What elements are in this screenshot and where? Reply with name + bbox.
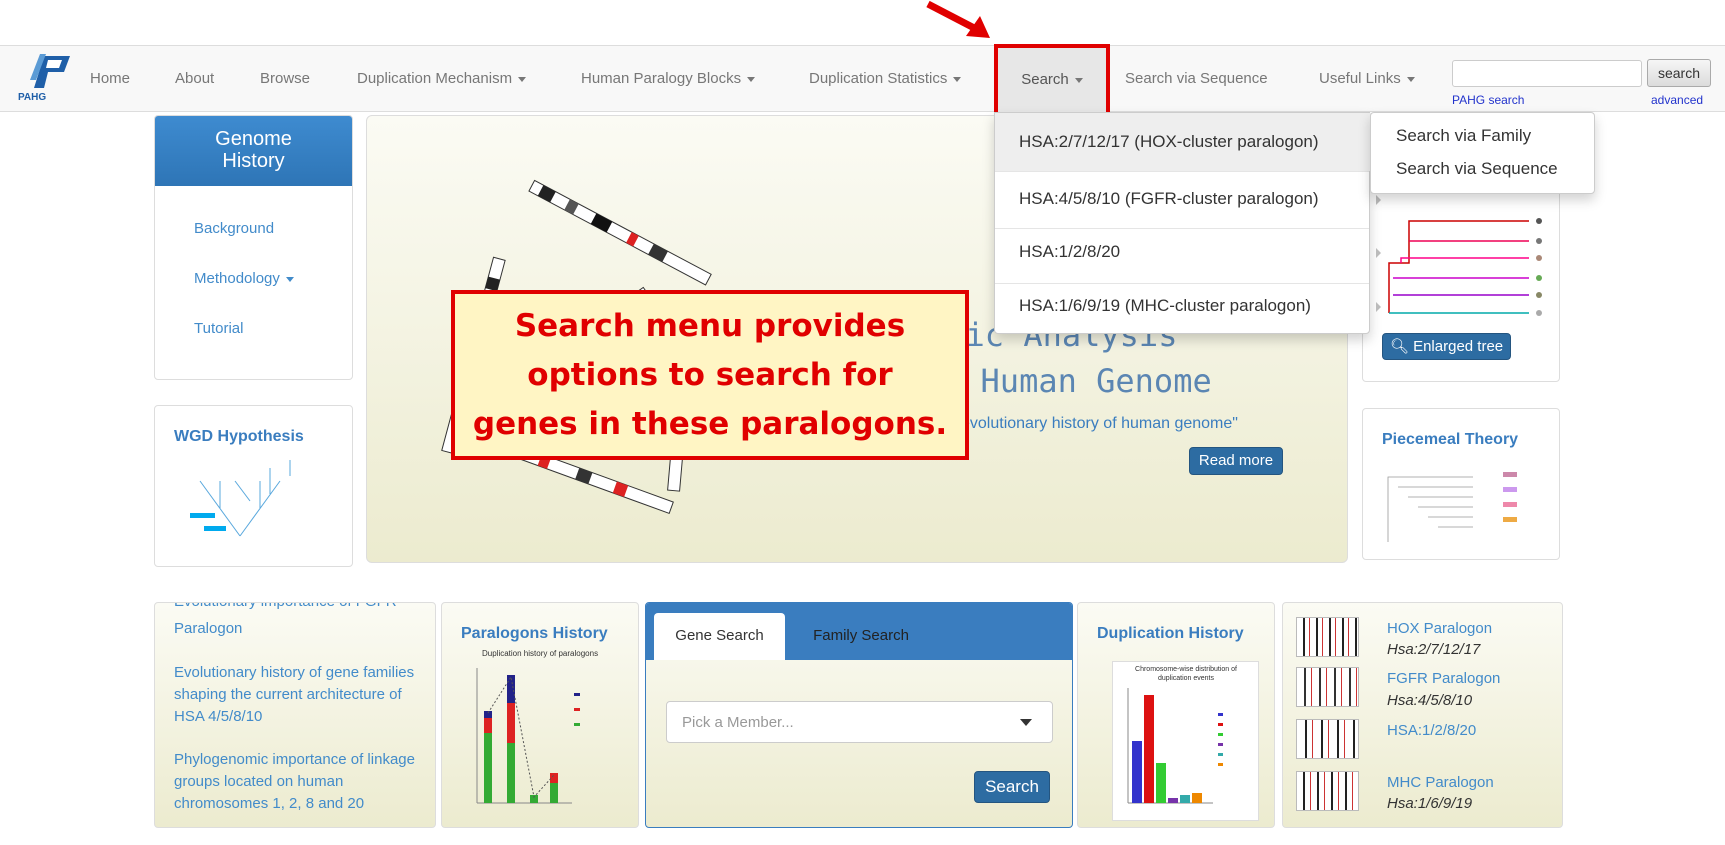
paralogons-list-panel: HOX Paralogon Hsa:2/7/12/17 FGFR Paralog… xyxy=(1282,602,1563,828)
submenu-item-search-via-sequence[interactable]: Search via Sequence xyxy=(1396,159,1558,179)
genome-history-title: Genome History xyxy=(215,128,292,172)
zoom-in-icon: 🔍︎ xyxy=(1389,338,1409,355)
paralogon-name-mhc[interactable]: MHC Paralogon xyxy=(1387,774,1494,791)
enlarged-tree-label: Enlarged tree xyxy=(1413,338,1504,355)
news-cut-line[interactable]: Evolutionary importance of FGFR xyxy=(174,603,397,610)
nav-about[interactable]: About xyxy=(175,46,214,113)
hero-title-line2: f Human Genome xyxy=(942,362,1212,400)
tab-gene-search[interactable]: Gene Search xyxy=(654,613,785,660)
member-select[interactable]: Pick a Member... xyxy=(666,701,1053,743)
nav-useful-links[interactable]: Useful Links xyxy=(1319,46,1415,113)
menu-item-hox-label: HSA:2/7/12/17 (HOX-cluster paralogon) xyxy=(1019,132,1319,151)
paralogon-name-hox[interactable]: HOX Paralogon xyxy=(1387,620,1492,637)
piecemeal-theory-panel[interactable]: Piecemeal Theory xyxy=(1362,408,1560,560)
paralogons-history-chart xyxy=(476,668,580,804)
gene-search-button[interactable]: Search xyxy=(974,771,1050,803)
nav-duplication-mechanism[interactable]: Duplication Mechanism xyxy=(357,46,527,113)
site-search-input[interactable] xyxy=(1452,60,1642,87)
annotation-callout-text: Search menu provides options to search f… xyxy=(472,307,948,442)
caret-down-icon xyxy=(1406,76,1415,82)
advanced-link[interactable]: advanced xyxy=(1651,93,1703,107)
nav-home[interactable]: Home xyxy=(90,46,130,113)
caret-down-icon xyxy=(518,76,527,82)
annotation-callout: Search menu provides options to search f… xyxy=(451,290,969,460)
red-arrow-annotation xyxy=(926,0,990,38)
duplication-history-panel[interactable]: Duplication History Chromosome-wise dist… xyxy=(1077,602,1275,828)
news-item-fgfr-history[interactable]: Evolutionary history of gene families sh… xyxy=(174,662,429,728)
nav-search-via-sequence[interactable]: Search via Sequence xyxy=(1125,46,1268,113)
menu-item-hox-paralogon[interactable]: HSA:2/7/12/17 (HOX-cluster paralogon) xyxy=(995,113,1393,171)
caret-down-icon xyxy=(1074,77,1083,83)
sidebar-link-methodology-label: Methodology xyxy=(194,270,280,287)
news-panel: Evolutionary importance of FGFR Paralogo… xyxy=(154,602,436,828)
chevron-right-icon xyxy=(1376,302,1381,312)
menu-item-mhc-label: HSA:1/6/9/19 (MHC-cluster paralogon) xyxy=(1019,296,1311,315)
submenu-item-search-via-family[interactable]: Search via Family xyxy=(1396,126,1531,146)
genome-history-header: Genome History xyxy=(155,116,352,186)
tab-family-search[interactable]: Family Search xyxy=(801,613,921,660)
nav-duplication-statistics[interactable]: Duplication Statistics xyxy=(809,46,962,113)
nav-human-paralogy-blocks-label: Human Paralogy Blocks xyxy=(581,70,742,87)
paralogon-name-hsa1[interactable]: HSA:1/2/8/20 xyxy=(1387,722,1476,739)
pahg-logo[interactable]: PAHG xyxy=(18,52,74,108)
duplication-history-chart-caption: Chromosome-wise distribution of duplicat… xyxy=(1135,666,1237,682)
paralogon-hsa-hox: Hsa:2/7/12/17 xyxy=(1387,641,1481,658)
paralogons-history-panel[interactable]: Paralogons History Duplication history o… xyxy=(441,602,639,828)
logo-text: PAHG xyxy=(18,92,47,103)
paralogon-hsa-fgfr: Hsa:4/5/8/10 xyxy=(1387,692,1473,709)
piecemeal-theory-title: Piecemeal Theory xyxy=(1382,431,1519,448)
paralogon-thumb-fgfr[interactable] xyxy=(1296,667,1359,707)
paralogon-name-fgfr[interactable]: FGFR Paralogon xyxy=(1387,670,1500,687)
paralogons-history-title: Paralogons History xyxy=(461,625,608,642)
menu-item-hsa1-label: HSA:1/2/8/20 xyxy=(1019,242,1121,261)
phylogenetic-tree-thumbnail xyxy=(1388,218,1542,316)
paralogon-hsa-mhc: Hsa:1/6/9/19 xyxy=(1387,795,1473,812)
menu-item-hsa-1-2-8-20[interactable]: HSA:1/2/8/20 xyxy=(995,223,1393,281)
news-item-paralogon[interactable]: Paralogon xyxy=(174,620,242,637)
sidebar-link-background[interactable]: Background xyxy=(194,220,274,237)
piecemeal-tree-thumbnail xyxy=(1387,472,1517,542)
pahg-search-link[interactable]: PAHG search xyxy=(1452,93,1524,107)
hero-quote: evolutionary history of human genome" xyxy=(961,415,1238,432)
search-dropdown-menu: HSA:2/7/12/17 (HOX-cluster paralogon) HS… xyxy=(994,112,1393,334)
menu-item-fgfr-paralogon[interactable]: HSA:4/5/8/10 (FGFR-cluster paralogon) xyxy=(995,170,1393,228)
news-item-linkage-groups[interactable]: Phylogenomic importance of linkage group… xyxy=(174,749,429,815)
caret-down-icon xyxy=(747,76,756,82)
sidebar-link-methodology[interactable]: Methodology xyxy=(194,270,294,287)
enlarged-tree-button[interactable]: 🔍︎ Enlarged tree xyxy=(1382,333,1511,360)
paralogon-thumb-hox[interactable] xyxy=(1296,617,1359,657)
duplication-history-chart xyxy=(1127,688,1223,804)
read-more-button[interactable]: Read more xyxy=(1189,447,1283,475)
search-submenu: Search via Family Search via Sequence xyxy=(1370,112,1595,194)
nav-useful-links-label: Useful Links xyxy=(1319,70,1401,87)
duplication-history-title: Duplication History xyxy=(1097,625,1244,642)
wgd-tree-thumbnail xyxy=(190,460,291,537)
caret-down-icon xyxy=(1020,719,1032,726)
paralogon-thumb-mhc[interactable] xyxy=(1296,771,1359,811)
menu-item-fgfr-label: HSA:4/5/8/10 (FGFR-cluster paralogon) xyxy=(1019,189,1319,208)
paralogons-history-chart-caption: Duplication history of paralogons xyxy=(482,649,599,658)
nav-browse[interactable]: Browse xyxy=(260,46,310,113)
sidebar-link-tutorial[interactable]: Tutorial xyxy=(194,320,243,337)
caret-down-icon xyxy=(953,76,962,82)
site-search-button[interactable]: search xyxy=(1647,59,1711,87)
navbar: PAHG Home About Browse Duplication Mecha… xyxy=(0,44,1725,123)
wgd-hypothesis-title: WGD Hypothesis xyxy=(174,428,304,445)
gene-search-panel: Gene Search Family Search Pick a Member.… xyxy=(645,602,1073,828)
pahg-logo-icon xyxy=(30,54,70,88)
nav-duplication-mechanism-label: Duplication Mechanism xyxy=(357,70,513,87)
nav-duplication-statistics-label: Duplication Statistics xyxy=(809,70,948,87)
nav-human-paralogy-blocks[interactable]: Human Paralogy Blocks xyxy=(581,46,756,113)
nav-search-label: Search xyxy=(1021,71,1069,88)
member-select-placeholder: Pick a Member... xyxy=(682,714,794,731)
genome-history-panel: Genome History Background Methodology Tu… xyxy=(154,115,353,380)
menu-item-mhc-paralogon[interactable]: HSA:1/6/9/19 (MHC-cluster paralogon) xyxy=(995,277,1393,335)
paralogon-thumb-hsa1[interactable] xyxy=(1296,719,1359,759)
caret-down-icon xyxy=(285,276,294,282)
chevron-right-icon xyxy=(1376,195,1381,205)
chevron-right-icon xyxy=(1376,248,1381,258)
wgd-hypothesis-panel[interactable]: WGD Hypothesis xyxy=(154,405,353,567)
